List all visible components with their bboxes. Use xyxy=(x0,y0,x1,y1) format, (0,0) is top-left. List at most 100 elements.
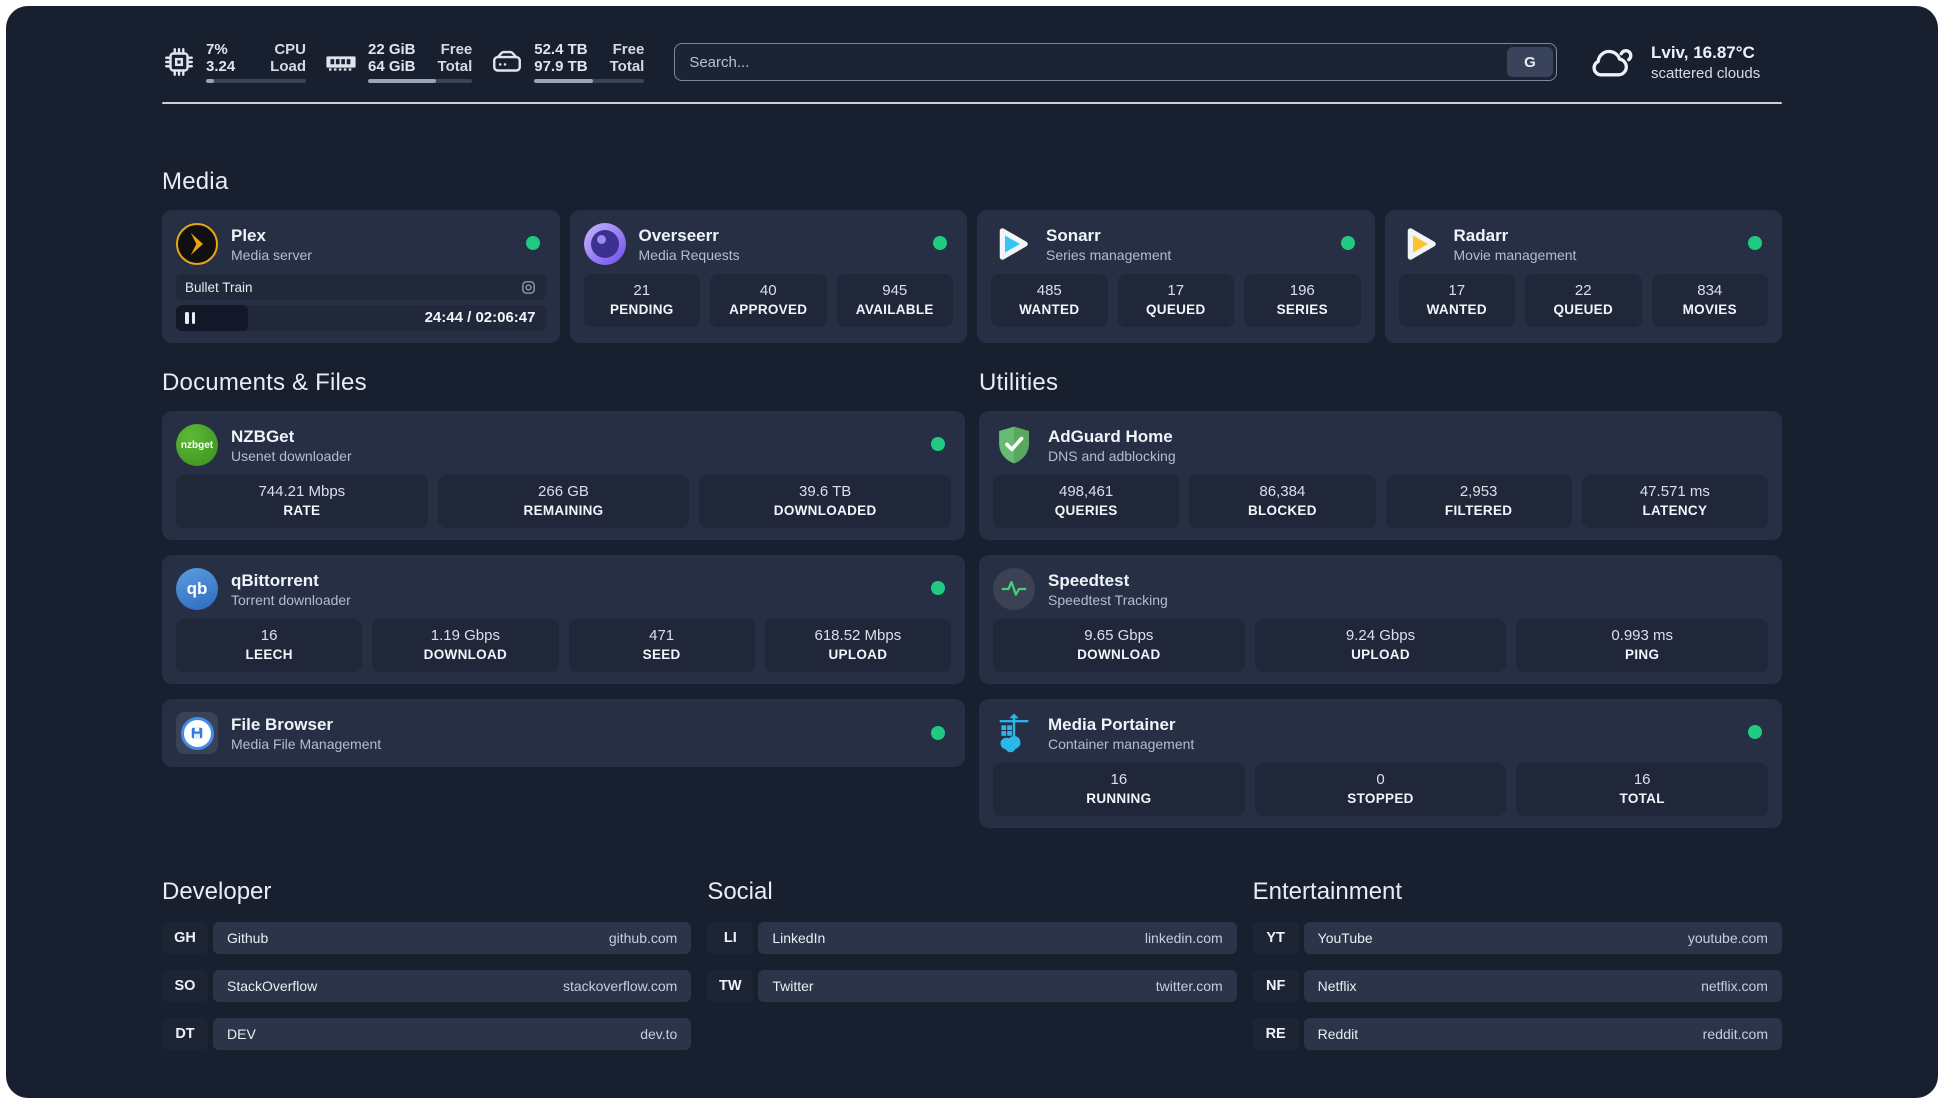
link-bar[interactable]: Reddit reddit.com xyxy=(1303,1018,1782,1050)
link-name: Twitter xyxy=(772,978,814,994)
stat-tile: 0 STOPPED xyxy=(1254,763,1507,816)
status-dot xyxy=(931,437,945,451)
sonarr-card[interactable]: Sonarr Series management 485 WANTED 17 Q… xyxy=(977,210,1375,343)
weather-widget[interactable]: Lviv, 16.87°C scattered clouds xyxy=(1587,40,1782,84)
social-links-section: Social LI LinkedIn linkedin.com TW Twitt… xyxy=(707,878,1237,1066)
cloud-icon xyxy=(1592,49,1633,77)
weather-condition: scattered clouds xyxy=(1651,64,1761,82)
radarr-icon xyxy=(1399,223,1441,265)
memory-icon xyxy=(326,56,356,71)
link-bar[interactable]: StackOverflow stackoverflow.com xyxy=(213,970,692,1002)
link-bar[interactable]: LinkedIn linkedin.com xyxy=(758,922,1237,954)
search-engine-button[interactable]: G xyxy=(1507,47,1553,77)
playback-progress-bar[interactable]: 24:44 / 02:06:47 xyxy=(176,305,546,331)
cpu-usage-value: 7% xyxy=(206,41,228,58)
link-name: Reddit xyxy=(1317,1026,1359,1042)
weather-location-temp: Lviv, 16.87°C xyxy=(1651,42,1755,62)
stat-label: PENDING xyxy=(609,302,674,317)
stat-label: LATENCY xyxy=(1642,503,1708,518)
link-bar[interactable]: Netflix netflix.com xyxy=(1303,970,1782,1002)
stat-value: 9.65 Gbps xyxy=(1084,627,1154,644)
app-name: qBittorrent xyxy=(231,570,319,590)
link-url: github.com xyxy=(608,930,678,946)
stat-label: BLOCKED xyxy=(1247,503,1317,518)
link-row-reddit[interactable]: RE Reddit reddit.com xyxy=(1252,1018,1782,1050)
link-abbreviation: LI xyxy=(707,922,754,954)
nzbget-icon: nzbget xyxy=(176,424,218,466)
link-bar[interactable]: Github github.com xyxy=(213,922,692,954)
memory-free-value: 22 GiB xyxy=(368,41,416,58)
link-row-linkedin[interactable]: LI LinkedIn linkedin.com xyxy=(707,922,1237,954)
portainer-card[interactable]: Media Portainer Container management 16 … xyxy=(979,699,1782,828)
link-row-twitter[interactable]: TW Twitter twitter.com xyxy=(707,970,1237,1002)
storage-total-value: 97.9 TB xyxy=(534,58,588,75)
stat-tile: 0.993 ms PING xyxy=(1516,619,1768,672)
stat-value: 498,461 xyxy=(1059,483,1114,500)
adguard-card[interactable]: AdGuard Home DNS and adblocking 498,461 … xyxy=(979,411,1782,540)
stat-label: AVAILABLE xyxy=(855,302,934,317)
stat-value: 471 xyxy=(649,627,675,644)
section-title-documents: Documents & Files xyxy=(162,369,367,396)
link-row-stackoverflow[interactable]: SO StackOverflow stackoverflow.com xyxy=(162,970,692,1002)
stat-tile: 16 LEECH xyxy=(176,619,363,672)
link-url: twitter.com xyxy=(1155,978,1223,994)
storage-stat: 52.4 TB 97.9 TB Free Total xyxy=(490,41,645,83)
nzbget-card[interactable]: nzbget NZBGet Usenet downloader 744.21 M… xyxy=(162,411,965,540)
app-name: Plex xyxy=(231,225,266,245)
link-url: stackoverflow.com xyxy=(562,978,678,994)
link-url: netflix.com xyxy=(1701,978,1768,994)
plex-now-playing: Bullet Train 24:44 / 02:06:47 xyxy=(176,274,546,331)
overseerr-card[interactable]: Overseerr Media Requests 21 PENDING 40 A… xyxy=(569,210,967,343)
filebrowser-card[interactable]: File Browser Media File Management xyxy=(162,699,965,767)
stat-label: REMAINING xyxy=(523,503,604,518)
stat-tile: 40 APPROVED xyxy=(710,274,827,327)
session-info-icon[interactable] xyxy=(520,279,537,296)
dashboard-panel: 7% 3.24 CPU Load 22 GiB 64 GiB Free Tota… xyxy=(6,6,1938,1098)
status-dot xyxy=(1340,236,1355,250)
speedtest-card[interactable]: Speedtest Speedtest Tracking 9.65 Gbps D… xyxy=(979,555,1782,684)
memory-stat: 22 GiB 64 GiB Free Total xyxy=(324,41,473,83)
app-name: Radarr xyxy=(1453,225,1509,245)
app-description: Torrent downloader xyxy=(231,591,351,608)
stat-value: 196 xyxy=(1289,282,1315,299)
link-row-youtube[interactable]: YT YouTube youtube.com xyxy=(1252,922,1782,954)
app-name: File Browser xyxy=(231,714,334,734)
stat-value: 744.21 Mbps xyxy=(258,483,346,500)
link-bar[interactable]: DEV dev.to xyxy=(213,1018,692,1050)
cpu-icon xyxy=(165,48,193,76)
section-title-developer: Developer xyxy=(162,878,272,905)
stat-label: QUERIES xyxy=(1054,503,1118,518)
stat-label: UPLOAD xyxy=(1351,647,1410,662)
cpu-load-value: 3.24 xyxy=(206,58,236,75)
stat-tile: 266 GB REMAINING xyxy=(437,475,690,528)
developer-links-section: Developer GH Github github.com SO StackO… xyxy=(162,878,692,1066)
search-input[interactable] xyxy=(674,43,1557,81)
status-dot xyxy=(931,581,945,595)
qbittorrent-card[interactable]: qb qBittorrent Torrent downloader 16 LEE… xyxy=(162,555,965,684)
memory-free-label: Free xyxy=(440,41,473,58)
stat-tile: 16 RUNNING xyxy=(993,763,1245,816)
link-row-netflix[interactable]: NF Netflix netflix.com xyxy=(1252,970,1782,1002)
radarr-card[interactable]: Radarr Movie management 17 WANTED 22 QUE… xyxy=(1384,210,1782,343)
status-dot xyxy=(525,236,540,250)
filebrowser-icon xyxy=(176,712,218,754)
stat-value: 21 xyxy=(633,282,651,299)
plex-card[interactable]: Plex Media server Bullet Train 24:44 / 0… xyxy=(162,210,560,343)
stat-value: 16 xyxy=(1633,771,1651,788)
link-row-dev[interactable]: DT DEV dev.to xyxy=(162,1018,692,1050)
app-description: Media server xyxy=(231,246,312,263)
plex-icon xyxy=(176,223,218,265)
stat-tile: 16 TOTAL xyxy=(1516,763,1768,816)
link-row-github[interactable]: GH Github github.com xyxy=(162,922,692,954)
portainer-icon xyxy=(993,712,1035,754)
link-url: linkedin.com xyxy=(1144,930,1223,946)
link-bar[interactable]: Twitter twitter.com xyxy=(758,970,1237,1002)
status-dot xyxy=(1748,725,1762,739)
stat-label: UPLOAD xyxy=(828,647,888,662)
stat-tile: 2,953 FILTERED xyxy=(1385,475,1572,528)
entertainment-links-section: Entertainment YT YouTube youtube.com NF … xyxy=(1252,878,1782,1066)
link-bar[interactable]: YouTube youtube.com xyxy=(1303,922,1782,954)
stat-label: RATE xyxy=(283,503,321,518)
media-grid: Plex Media server Bullet Train 24:44 / 0… xyxy=(162,210,1782,343)
pause-icon[interactable] xyxy=(185,312,195,324)
